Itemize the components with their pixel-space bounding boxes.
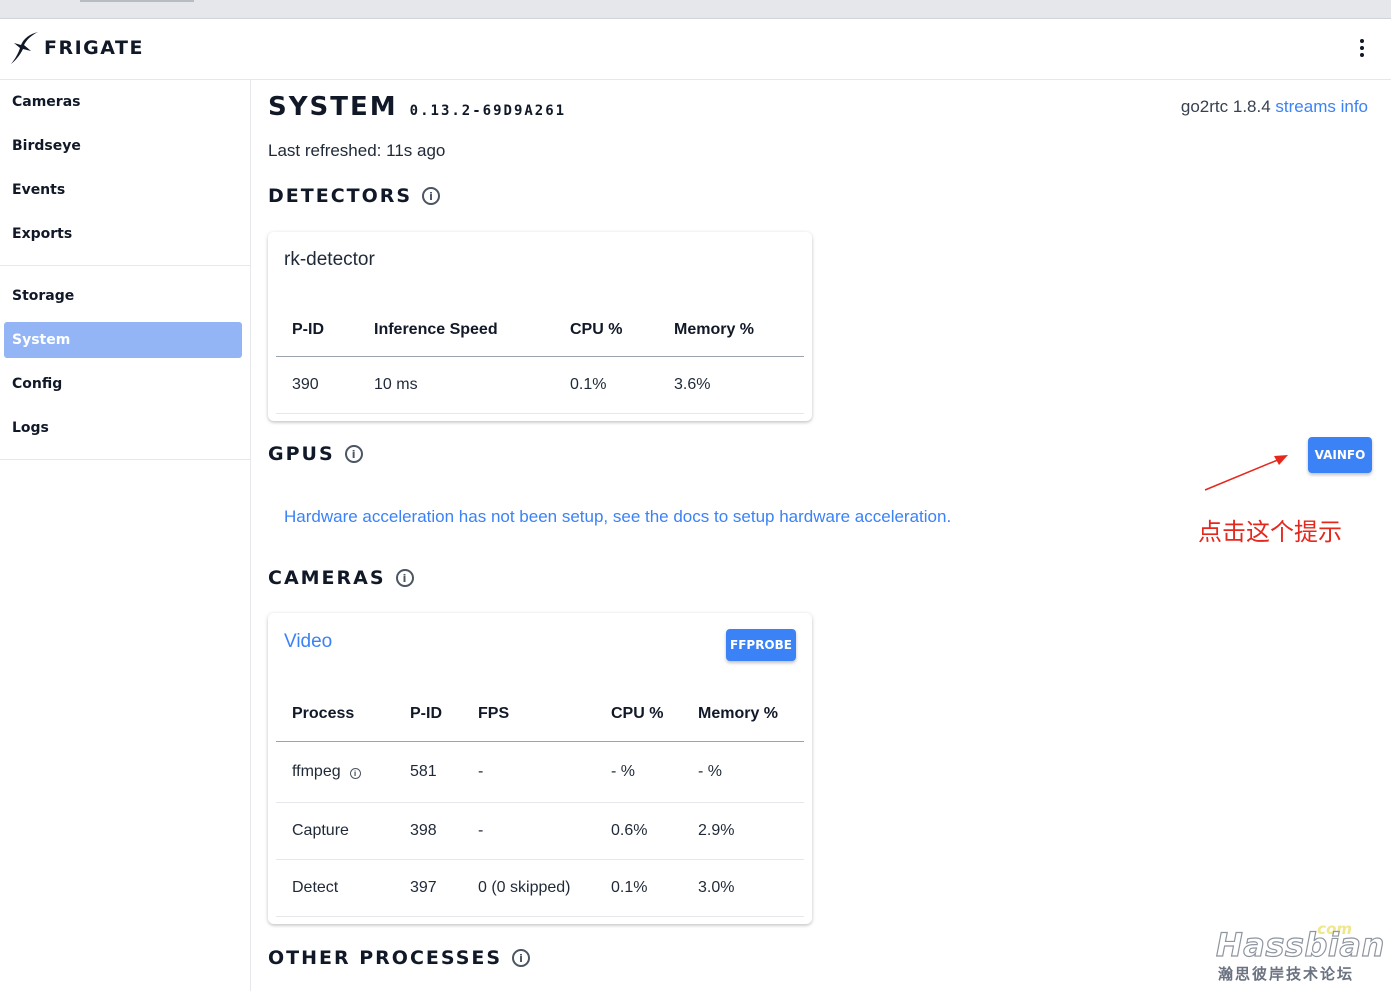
sidebar-item-cameras[interactable]: Cameras bbox=[4, 80, 242, 124]
table-cell: - % bbox=[682, 741, 804, 803]
process-name: ffmpeg bbox=[292, 762, 341, 780]
detector-card: rk-detector P-ID Inference Speed CPU % M… bbox=[268, 232, 812, 421]
sidebar: Cameras Birdseye Events Exports Storage … bbox=[0, 80, 251, 991]
sidebar-group-primary: Cameras Birdseye Events Exports bbox=[0, 80, 250, 266]
sidebar-item-config[interactable]: Config bbox=[4, 362, 242, 406]
table-row: ffmpeg i 581 - - % - % bbox=[276, 741, 804, 803]
table-cell: ffmpeg i bbox=[276, 741, 394, 803]
info-icon[interactable]: i bbox=[395, 569, 414, 587]
table-cell: - % bbox=[595, 741, 682, 803]
detectors-heading-text: DETECTORS bbox=[268, 185, 413, 207]
cameras-heading: CAMERAS i bbox=[268, 567, 414, 589]
go2rtc-version: go2rtc 1.8.4 bbox=[1180, 97, 1271, 116]
table-header-row: Process P-ID FPS CPU % Memory % bbox=[276, 688, 804, 742]
info-icon[interactable]: i bbox=[349, 768, 361, 779]
table-cell: - bbox=[462, 741, 595, 803]
hardware-acceleration-message[interactable]: Hardware acceleration has not been setup… bbox=[284, 507, 951, 527]
column-header: Memory % bbox=[682, 688, 804, 742]
cameras-heading-text: CAMERAS bbox=[268, 567, 386, 589]
sidebar-group-secondary: Storage System Config Logs bbox=[0, 266, 250, 460]
table-cell: 0.6% bbox=[595, 802, 682, 860]
table-cell: 390 bbox=[276, 356, 358, 414]
info-icon[interactable]: i bbox=[512, 949, 531, 967]
frigate-logo[interactable]: FRIGATE bbox=[10, 30, 144, 66]
column-header: P-ID bbox=[276, 304, 358, 357]
info-icon[interactable]: i bbox=[422, 187, 441, 205]
gpus-heading: GPUS i bbox=[268, 443, 363, 465]
page-title-row: SYSTEM 0.13.2-69D9A261 bbox=[268, 92, 566, 122]
camera-card: Video FFPROBE Process P-ID FPS CPU % Mem… bbox=[268, 613, 812, 924]
detectors-heading: DETECTORS i bbox=[268, 185, 441, 207]
streams-info-link[interactable]: streams info bbox=[1275, 97, 1368, 116]
table-cell: Capture bbox=[276, 802, 394, 860]
watermark-sub: 瀚思彼岸技术论坛 bbox=[1218, 965, 1355, 983]
sidebar-item-logs[interactable]: Logs bbox=[4, 406, 242, 450]
column-header: CPU % bbox=[554, 304, 658, 357]
app-name: FRIGATE bbox=[44, 37, 144, 59]
table-row: 390 10 ms 0.1% 3.6% bbox=[276, 356, 804, 414]
table-cell: Detect bbox=[276, 859, 394, 917]
go2rtc-info: go2rtc 1.8.4 streams info bbox=[1181, 97, 1368, 117]
sidebar-item-events[interactable]: Events bbox=[4, 168, 242, 212]
column-header: Memory % bbox=[658, 304, 804, 357]
version-label: 0.13.2-69D9A261 bbox=[409, 103, 567, 119]
vainfo-button[interactable]: VAINFO bbox=[1308, 437, 1372, 473]
annotation-arrow-icon bbox=[1204, 455, 1288, 491]
camera-table: Process P-ID FPS CPU % Memory % ffmpeg i … bbox=[276, 688, 804, 917]
table-row: Capture 398 - 0.6% 2.9% bbox=[276, 802, 804, 860]
info-icon[interactable]: i bbox=[344, 445, 363, 463]
browser-tab[interactable] bbox=[80, 0, 194, 2]
sidebar-item-system[interactable]: System bbox=[4, 322, 242, 358]
site-watermark: com Hassbian 瀚思彼岸技术论坛 bbox=[1212, 920, 1384, 986]
sidebar-item-birdseye[interactable]: Birdseye bbox=[4, 124, 242, 168]
column-header: CPU % bbox=[595, 688, 682, 742]
last-refreshed: Last refreshed: 11s ago bbox=[268, 141, 446, 160]
gpus-heading-text: GPUS bbox=[268, 443, 335, 465]
sidebar-item-exports[interactable]: Exports bbox=[4, 212, 242, 256]
table-cell: 10 ms bbox=[358, 356, 554, 414]
column-header: Process bbox=[276, 688, 394, 742]
column-header: FPS bbox=[462, 688, 595, 742]
sidebar-item-storage[interactable]: Storage bbox=[4, 274, 242, 318]
detector-name: rk-detector bbox=[284, 249, 375, 270]
table-cell: 3.6% bbox=[658, 356, 804, 414]
table-header-row: P-ID Inference Speed CPU % Memory % bbox=[276, 304, 804, 357]
detector-table: P-ID Inference Speed CPU % Memory % 390 … bbox=[276, 304, 804, 414]
camera-name-link[interactable]: Video bbox=[284, 631, 332, 653]
browser-tab-strip bbox=[0, 0, 1391, 19]
column-header: P-ID bbox=[394, 688, 462, 742]
other-processes-heading: OTHER PROCESSES i bbox=[268, 947, 531, 969]
table-row: Detect 397 0 (0 skipped) 0.1% 3.0% bbox=[276, 859, 804, 917]
table-cell: 581 bbox=[394, 741, 462, 803]
table-cell: 398 bbox=[394, 802, 462, 860]
column-header: Inference Speed bbox=[358, 304, 554, 357]
frigate-bird-icon bbox=[11, 32, 38, 64]
watermark-main: Hassbian bbox=[1215, 925, 1385, 964]
more-options-icon[interactable] bbox=[1355, 37, 1369, 59]
table-cell: 397 bbox=[394, 859, 462, 917]
ffprobe-button[interactable]: FFPROBE bbox=[726, 629, 796, 661]
annotation-text: 点击这个提示 bbox=[1198, 518, 1342, 546]
other-processes-heading-text: OTHER PROCESSES bbox=[268, 947, 503, 969]
table-cell: 3.0% bbox=[682, 859, 804, 917]
table-cell: - bbox=[462, 802, 595, 860]
app-header: FRIGATE bbox=[0, 19, 1391, 80]
table-cell: 0.1% bbox=[554, 356, 658, 414]
table-cell: 0 (0 skipped) bbox=[462, 859, 595, 917]
table-cell: 0.1% bbox=[595, 859, 682, 917]
table-cell: 2.9% bbox=[682, 802, 804, 860]
page-title: SYSTEM bbox=[268, 92, 398, 122]
